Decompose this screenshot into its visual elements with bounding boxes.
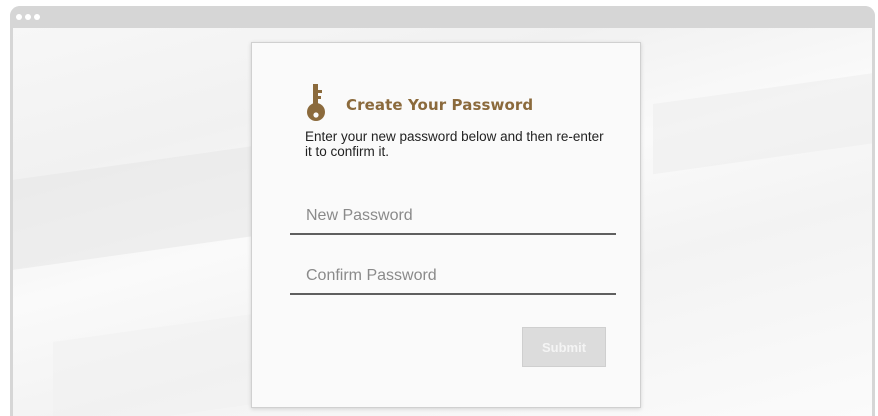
window-dot-icon [25,14,31,20]
window-dot-icon [34,14,40,20]
form-description: Enter your new password below and then r… [305,129,604,159]
background-shape [13,146,253,270]
background-shape [653,71,872,175]
window-titlebar [10,6,875,28]
new-password-input[interactable] [290,199,616,235]
background-shape [53,313,253,416]
form-title: Create Your Password [346,96,534,114]
browser-window: Create Your Password Enter your new pass… [10,6,875,416]
submit-button[interactable]: Submit [522,327,606,367]
page-viewport: Create Your Password Enter your new pass… [13,28,872,416]
key-icon [307,84,325,121]
password-form-card: Create Your Password Enter your new pass… [251,42,641,408]
confirm-password-input[interactable] [290,259,616,295]
window-dot-icon [16,14,22,20]
